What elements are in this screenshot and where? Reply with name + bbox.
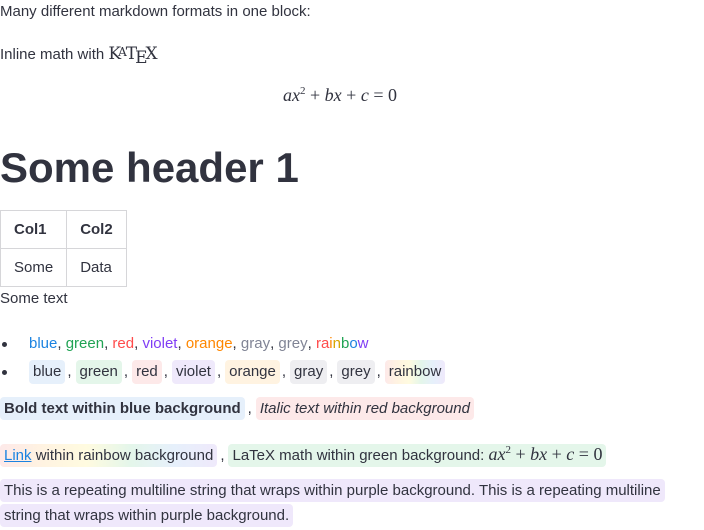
colored-word: gray <box>240 335 271 352</box>
bg-word: violet <box>171 360 215 384</box>
table-header-cell: Col2 <box>66 210 127 249</box>
table-row: Some Data <box>0 248 127 287</box>
rainbow-bg-segment: Link within rainbow background <box>0 444 218 467</box>
bg-word: rainbow <box>384 360 446 384</box>
colored-word: grey <box>278 335 308 352</box>
bold-blue-text: Bold text within blue background <box>0 397 245 420</box>
colored-word: red <box>112 335 135 352</box>
bg-word: red <box>132 360 162 384</box>
table-cell: Some <box>0 248 68 287</box>
inline-math-line: Inline math with KATEX <box>0 42 158 68</box>
colored-word: green <box>65 335 105 352</box>
purple-paragraph: This is a repeating multiline string tha… <box>0 478 690 528</box>
rainbow-word: rainbow <box>315 335 369 352</box>
some-text: Some text <box>0 290 68 307</box>
bg-word: orange <box>225 360 280 384</box>
bg-word: gray <box>290 360 328 384</box>
markdown-block: Many different markdown formats in one b… <box>0 0 704 530</box>
colored-word: violet <box>142 335 178 352</box>
intro-text: Many different markdown formats in one b… <box>0 3 311 20</box>
italic-red-text: Italic text within red background <box>255 397 474 420</box>
bg-word: grey <box>337 360 375 384</box>
table-cell: Data <box>66 248 127 287</box>
link-latex-line: Link within rainbow background, LaTeX mat… <box>0 440 607 467</box>
inline-math-prefix: Inline math with <box>0 46 105 63</box>
list-item-background: blue, green, red, violet, orange, gray, grey, r… <box>0 358 446 386</box>
colored-word: blue <box>29 335 58 352</box>
inline-equation: ax2 + bx + c = 0 <box>488 444 603 464</box>
purple-bg-text: This is a repeating multiline string tha… <box>0 479 665 527</box>
bold-italic-line: Bold text within blue background, Italic … <box>0 397 474 420</box>
table-header-cell: Col1 <box>0 210 68 249</box>
link[interactable]: Link <box>4 447 32 464</box>
display-equation: ax2 + bx + c = 0 <box>283 85 397 105</box>
katex-logo: KATEX <box>108 44 158 68</box>
list-item-colored-text: blue, green, red, violet, orange, gray, … <box>0 330 445 358</box>
bg-word: blue <box>29 360 66 384</box>
header-1: Some header 1 <box>0 144 299 191</box>
green-bg-segment: LaTeX math within green background: ax2 … <box>228 444 607 467</box>
bg-word: green <box>75 360 122 384</box>
table-header-row: Col1 Col2 <box>0 210 127 249</box>
data-table: Col1 Col2 Some Data <box>0 210 127 287</box>
color-list: blue, green, red, violet, orange, gray, … <box>0 330 446 386</box>
colored-word: orange <box>185 335 233 352</box>
